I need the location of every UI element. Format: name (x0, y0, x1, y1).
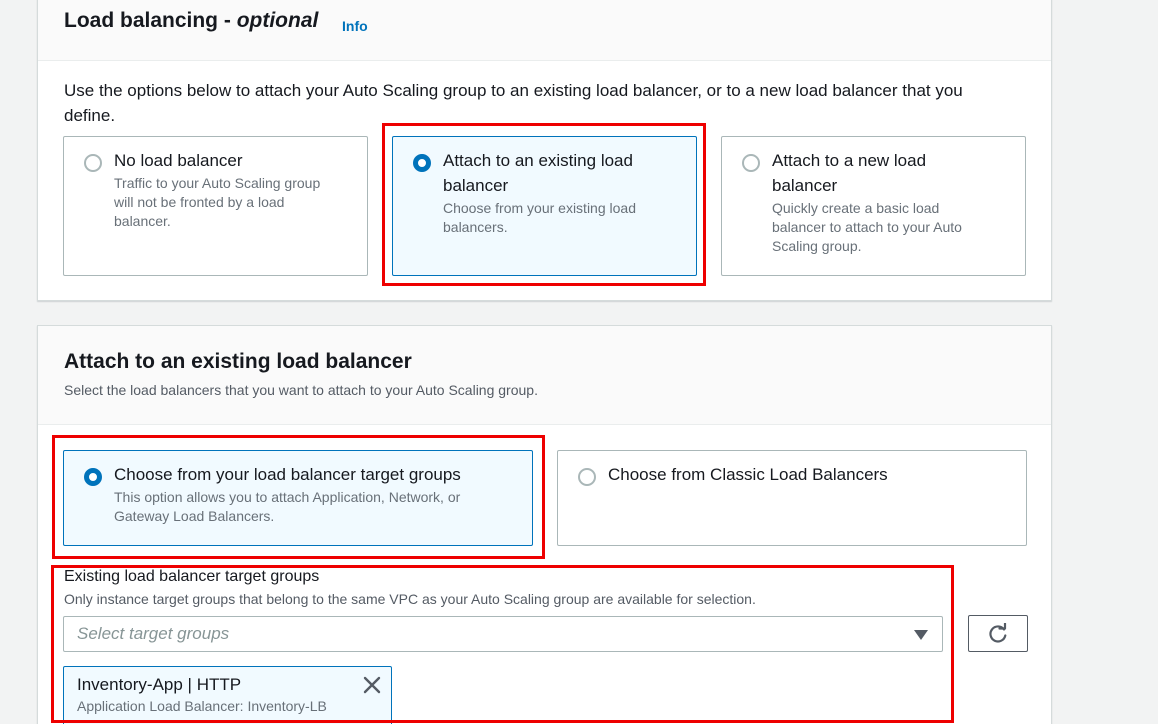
load-balancing-title: Load balancing - optional (64, 9, 318, 33)
attach-existing-title: Attach to an existing load balancer (64, 350, 412, 373)
option-no-load-balancer[interactable]: No load balancer Traffic to your Auto Sc… (63, 136, 368, 276)
radio-attach-existing[interactable] (413, 154, 431, 172)
title-main-text: Load balancing - (64, 9, 237, 32)
option-target-groups[interactable]: Choose from your load balancer target gr… (63, 450, 533, 546)
radio-attach-new[interactable] (742, 154, 760, 172)
option-attach-existing[interactable]: Attach to an existing load balancer Choo… (392, 136, 697, 276)
refresh-icon (989, 623, 1007, 643)
target-groups-label: Existing load balancer target groups (64, 568, 320, 585)
option-label: Choose from your load balancer target gr… (114, 465, 461, 484)
option-description: Quickly create a basic load balancer to … (772, 200, 962, 254)
caret-down-icon (914, 630, 928, 640)
close-icon[interactable] (361, 674, 383, 696)
option-classic-load-balancers[interactable]: Choose from Classic Load Balancers (557, 450, 1027, 546)
radio-classic-load-balancers[interactable] (578, 468, 596, 486)
attach-existing-header (38, 326, 1051, 425)
description-line-1: Use the options below to attach your Aut… (64, 81, 963, 100)
option-description: Traffic to your Auto Scaling group will … (114, 175, 321, 229)
token-subtitle: Application Load Balancer: Inventory-LB (77, 698, 327, 714)
radio-target-groups[interactable] (84, 468, 102, 486)
info-link[interactable]: Info (342, 18, 368, 34)
option-label: Attach to an existing load balancer (443, 151, 633, 195)
load-balancing-description: Use the options below to attach your Aut… (64, 78, 963, 128)
target-groups-placeholder: Select target groups (77, 624, 230, 643)
option-label: Attach to a new load balancer (772, 151, 927, 195)
option-description: This option allows you to attach Applica… (114, 489, 461, 524)
load-balancing-panel: Load balancing - optional Info Use the o… (37, 0, 1052, 301)
option-label: No load balancer (114, 151, 243, 170)
description-line-2: define. (64, 106, 116, 125)
attach-existing-description: Select the load balancers that you want … (64, 382, 538, 398)
target-groups-description: Only instance target groups that belong … (64, 591, 756, 607)
selected-target-group-token: Inventory-App | HTTP Application Load Ba… (63, 666, 392, 724)
title-optional-text: optional (236, 9, 319, 32)
option-label: Choose from Classic Load Balancers (608, 465, 888, 484)
attach-existing-panel: Attach to an existing load balancer Sele… (37, 325, 1052, 724)
radio-no-load-balancer[interactable] (84, 154, 102, 172)
target-groups-select[interactable]: Select target groups (63, 616, 943, 652)
option-description: Choose from your existing load balancers… (443, 200, 636, 235)
refresh-button[interactable] (968, 615, 1028, 652)
option-attach-new[interactable]: Attach to a new load balancer Quickly cr… (721, 136, 1026, 276)
token-title: Inventory-App | HTTP (77, 675, 242, 694)
